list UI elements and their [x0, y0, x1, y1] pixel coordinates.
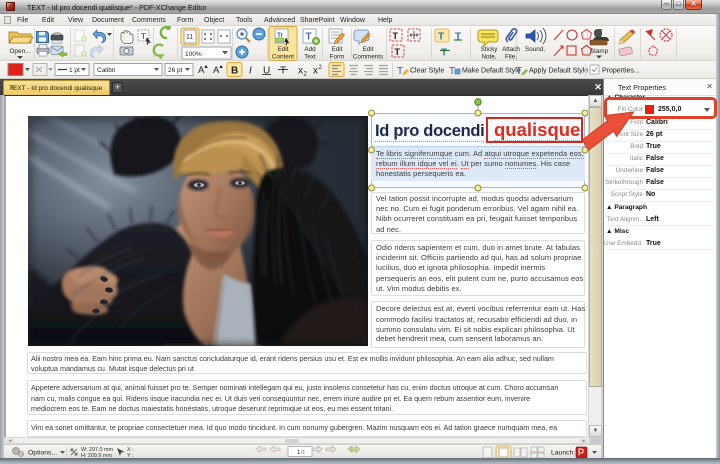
svg-text:2: 2: [304, 72, 308, 78]
svg-text:2: 2: [319, 65, 323, 71]
svg-text:11: 11: [186, 34, 193, 41]
svg-text:Edit: Edit: [278, 46, 289, 53]
svg-text:Sticky: Sticky: [481, 46, 499, 53]
svg-text:T: T: [441, 48, 447, 59]
svg-text:Apply Default Style: Apply Default Style: [529, 68, 588, 75]
svg-text:Clear Style: Clear Style: [410, 68, 444, 75]
svg-text:T: T: [455, 32, 461, 43]
svg-text:Sound,: Sound,: [525, 46, 545, 53]
svg-text:100%: 100%: [185, 51, 202, 58]
svg-text:Note,: Note,: [481, 54, 496, 61]
svg-text:I: I: [249, 66, 252, 77]
svg-text:Make Default Style: Make Default Style: [462, 68, 521, 75]
svg-text:Stamp: Stamp: [590, 48, 609, 55]
svg-text:T: T: [141, 32, 146, 41]
svg-text:Add: Add: [304, 46, 316, 53]
svg-text:Launch:: Launch:: [551, 450, 575, 457]
svg-text:T: T: [516, 66, 522, 77]
svg-text:B: B: [231, 66, 238, 77]
svg-text:26 pt: 26 pt: [168, 67, 183, 74]
svg-text:Open...: Open...: [9, 48, 31, 55]
svg-text:File,: File,: [505, 54, 517, 61]
svg-text:Comments: Comments: [353, 54, 383, 61]
svg-text:T: T: [449, 66, 455, 77]
svg-text:1 pt: 1 pt: [69, 67, 80, 74]
svg-text:A: A: [198, 65, 205, 76]
svg-text:Edit: Edit: [363, 46, 374, 53]
svg-text:Options...: Options...: [28, 450, 57, 457]
svg-text:T: T: [306, 32, 312, 43]
svg-text:Calibri: Calibri: [97, 67, 115, 74]
svg-text:A: A: [213, 65, 220, 76]
svg-text:T: T: [395, 47, 401, 57]
svg-text:x: x: [298, 66, 303, 77]
svg-text:Content: Content: [272, 54, 294, 61]
svg-text:x: x: [313, 66, 318, 77]
svg-text:Properties...: Properties...: [602, 68, 640, 75]
svg-text:T: T: [397, 66, 403, 77]
svg-text:T: T: [280, 66, 286, 77]
svg-text:Form: Form: [330, 54, 345, 61]
svg-text:T: T: [393, 31, 399, 41]
svg-text:T: T: [438, 32, 444, 43]
svg-text:Attach: Attach: [502, 46, 520, 53]
svg-text:Text: Text: [304, 54, 316, 61]
svg-text:/1: /1: [301, 450, 305, 456]
svg-text:Edit: Edit: [332, 46, 343, 53]
